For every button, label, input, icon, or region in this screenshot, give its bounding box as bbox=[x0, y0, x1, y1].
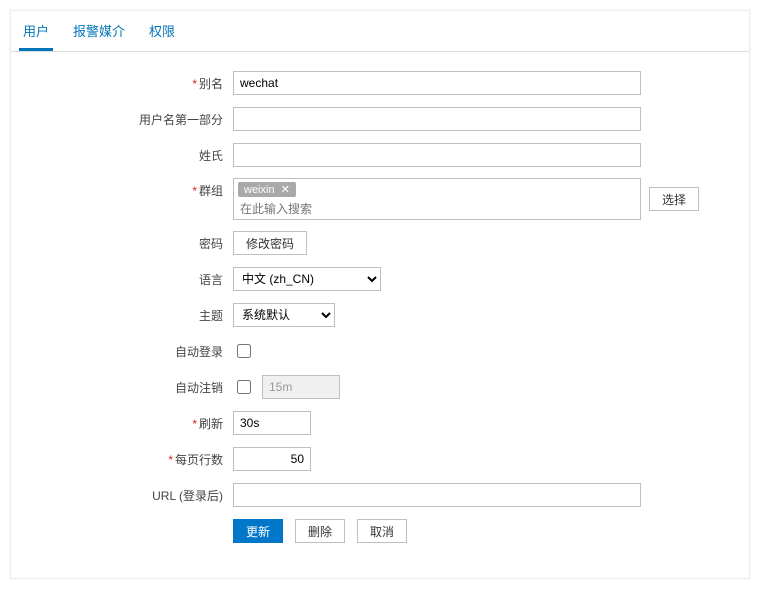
tab-user[interactable]: 用户 bbox=[19, 11, 53, 51]
select-groups-button[interactable]: 选择 bbox=[649, 187, 699, 211]
select-language[interactable]: 中文 (zh_CN) bbox=[233, 267, 381, 291]
label-alias: *别名 bbox=[33, 75, 233, 92]
user-panel: 用户 报警媒介 权限 *别名 用户名第一部分 姓氏 *群组 weixin ✕ bbox=[10, 10, 750, 579]
group-tag: weixin ✕ bbox=[238, 182, 296, 197]
input-url[interactable] bbox=[233, 483, 641, 507]
groups-multiselect[interactable]: weixin ✕ bbox=[233, 178, 641, 220]
tab-media[interactable]: 报警媒介 bbox=[69, 11, 129, 51]
input-alias[interactable] bbox=[233, 71, 641, 95]
label-rows: *每页行数 bbox=[33, 451, 233, 468]
input-rows[interactable] bbox=[233, 447, 311, 471]
checkbox-autologout[interactable] bbox=[237, 380, 251, 394]
label-username-part: 用户名第一部分 bbox=[139, 113, 223, 127]
cancel-button[interactable]: 取消 bbox=[357, 519, 407, 543]
input-surname[interactable] bbox=[233, 143, 641, 167]
groups-search-input[interactable] bbox=[238, 199, 636, 219]
label-groups: *群组 bbox=[33, 178, 233, 199]
remove-tag-icon[interactable]: ✕ bbox=[281, 184, 290, 196]
input-username-part[interactable] bbox=[233, 107, 641, 131]
input-autologout bbox=[262, 375, 340, 399]
input-refresh[interactable] bbox=[233, 411, 311, 435]
label-refresh: *刷新 bbox=[33, 415, 233, 432]
delete-button[interactable]: 删除 bbox=[295, 519, 345, 543]
form: *别名 用户名第一部分 姓氏 *群组 weixin ✕ 选择 bbox=[11, 52, 749, 578]
tab-bar: 用户 报警媒介 权限 bbox=[11, 11, 749, 52]
change-password-button[interactable]: 修改密码 bbox=[233, 231, 307, 255]
update-button[interactable]: 更新 bbox=[233, 519, 283, 543]
label-autologout: 自动注销 bbox=[175, 381, 223, 395]
select-theme[interactable]: 系统默认 bbox=[233, 303, 335, 327]
label-password: 密码 bbox=[199, 237, 223, 251]
label-surname: 姓氏 bbox=[199, 149, 223, 163]
label-language: 语言 bbox=[199, 273, 223, 287]
checkbox-autologin[interactable] bbox=[237, 344, 251, 358]
label-url: URL (登录后) bbox=[152, 489, 223, 503]
tab-perm[interactable]: 权限 bbox=[145, 11, 179, 51]
label-theme: 主题 bbox=[199, 309, 223, 323]
label-autologin: 自动登录 bbox=[175, 345, 223, 359]
group-tag-label: weixin bbox=[244, 184, 275, 196]
